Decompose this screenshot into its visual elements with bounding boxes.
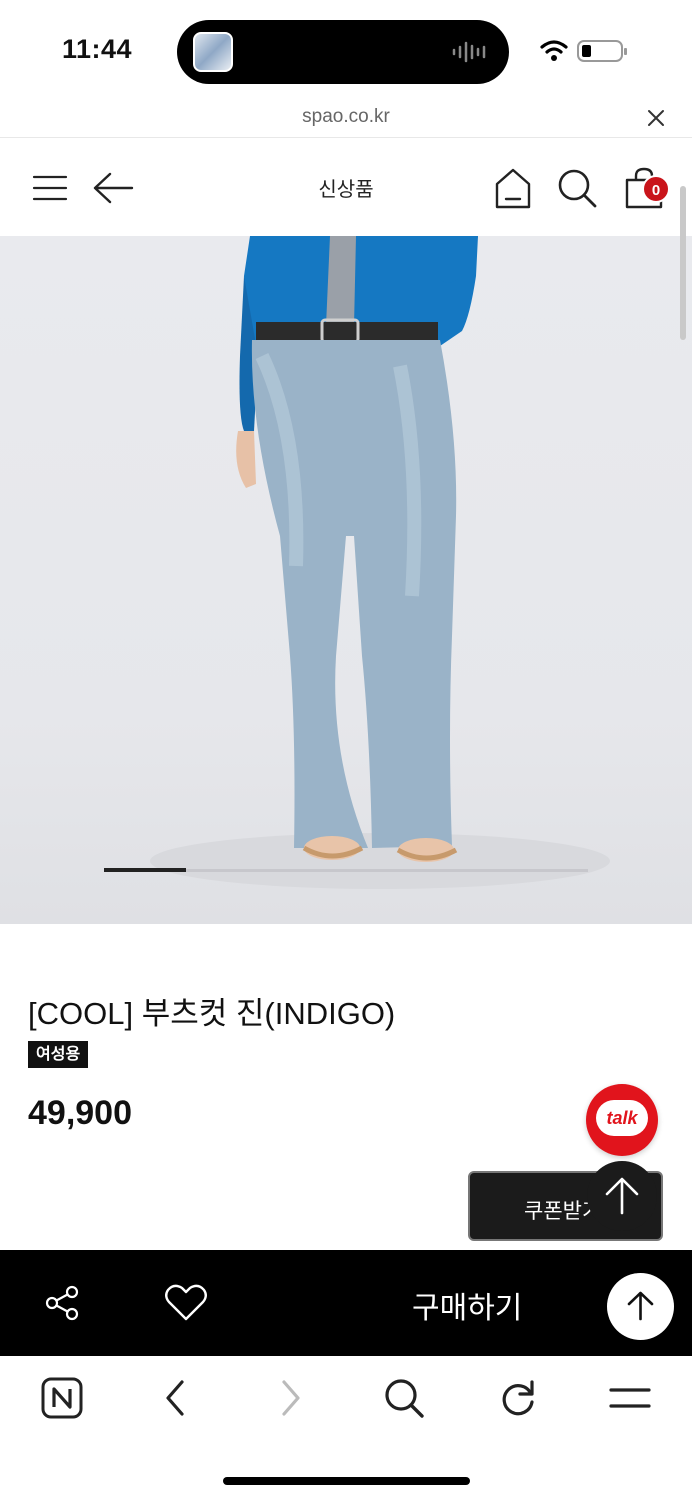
home-indicator[interactable] bbox=[223, 1477, 470, 1485]
page-scrollbar[interactable] bbox=[680, 186, 686, 340]
url-bar[interactable]: spao.co.kr bbox=[0, 100, 692, 138]
scroll-top-icon bbox=[627, 1291, 654, 1321]
product-name: [COOL] 부츠컷 진(INDIGO) bbox=[28, 996, 396, 1031]
arrow-up-icon bbox=[605, 1177, 639, 1215]
status-time: 11:44 bbox=[62, 34, 133, 64]
scroll-top-float-button[interactable] bbox=[587, 1161, 657, 1231]
talk-label: talk bbox=[596, 1100, 648, 1136]
scroll-top-button[interactable] bbox=[607, 1273, 674, 1340]
kakao-talk-button[interactable]: talk bbox=[586, 1084, 658, 1156]
heart-icon[interactable] bbox=[164, 1284, 208, 1322]
wifi-icon bbox=[540, 40, 568, 61]
home-icon[interactable] bbox=[494, 167, 532, 209]
buy-button[interactable]: 구매하기 bbox=[412, 1283, 522, 1327]
cart-count-badge: 0 bbox=[642, 175, 670, 203]
refresh-icon[interactable] bbox=[496, 1376, 540, 1420]
now-playing-thumbnail bbox=[193, 32, 233, 72]
menu-icon[interactable] bbox=[608, 1376, 652, 1420]
status-bar: 11:44 bbox=[0, 0, 692, 100]
purchase-bar: 구매하기 bbox=[0, 1250, 692, 1356]
site-header: 신상품 bbox=[0, 139, 692, 236]
dynamic-island[interactable] bbox=[177, 20, 509, 84]
battery-icon bbox=[577, 40, 627, 62]
search-icon[interactable] bbox=[382, 1376, 426, 1420]
product-price: 49,900 bbox=[28, 1094, 132, 1132]
product-photo bbox=[150, 236, 610, 889]
status-indicators bbox=[540, 40, 627, 62]
naver-icon[interactable] bbox=[40, 1376, 84, 1420]
share-icon[interactable] bbox=[44, 1284, 82, 1322]
audio-wave-icon bbox=[452, 41, 486, 63]
gallery-progress-fill bbox=[104, 868, 186, 872]
nav-back-icon[interactable] bbox=[154, 1376, 198, 1420]
product-image[interactable] bbox=[0, 236, 692, 924]
close-icon[interactable] bbox=[644, 106, 668, 130]
search-icon[interactable] bbox=[556, 167, 598, 209]
gender-tag: 여성용 bbox=[28, 1041, 89, 1068]
url-text[interactable]: spao.co.kr bbox=[0, 106, 692, 128]
nav-forward-icon[interactable] bbox=[268, 1376, 312, 1420]
